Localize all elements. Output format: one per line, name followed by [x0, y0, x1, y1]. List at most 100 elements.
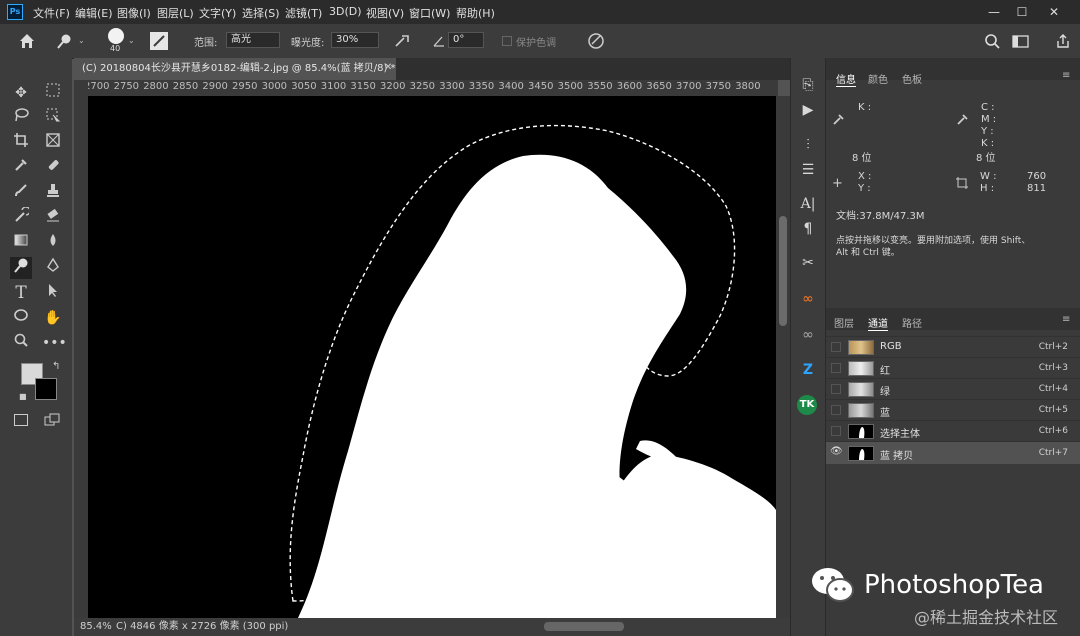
workspace-icon[interactable]	[1011, 33, 1031, 49]
dodge-tool-active-icon[interactable]	[10, 257, 32, 279]
menu-3d[interactable]: 3D(D)	[329, 5, 362, 18]
visibility-toggle[interactable]	[831, 426, 841, 436]
visibility-toggle[interactable]	[831, 384, 841, 394]
tab-channels[interactable]: 通道	[868, 315, 888, 331]
ellipse-tool-icon[interactable]	[10, 307, 32, 329]
channel-name: 蓝 拷贝	[880, 451, 914, 462]
menu-type[interactable]: 文字(Y)	[199, 5, 236, 21]
protect-tones-checkbox[interactable]	[502, 36, 512, 46]
plugin-icon-gray[interactable]: ∞	[797, 324, 819, 346]
vertical-scrollbar[interactable]	[776, 96, 790, 618]
quick-mask-icon[interactable]	[14, 414, 28, 426]
zoom-level[interactable]: 85.4%	[80, 618, 112, 636]
close-button[interactable]: ✕	[1040, 3, 1068, 21]
dodge-tool-icon[interactable]	[56, 33, 74, 49]
tab-layers[interactable]: 图层	[834, 315, 854, 330]
eraser-tool-icon[interactable]	[42, 207, 64, 229]
chevron-down-icon[interactable]: ⌄	[78, 36, 85, 45]
home-icon[interactable]	[18, 32, 38, 50]
minimize-button[interactable]: —	[980, 3, 1008, 21]
swap-colors-icon[interactable]: ↰	[52, 361, 60, 372]
eye-icon[interactable]: 👁	[830, 446, 843, 458]
menu-file[interactable]: 文件(F)	[33, 5, 70, 21]
brush-preview-icon[interactable]	[108, 28, 124, 44]
move-tool-icon[interactable]: ✥	[10, 82, 32, 104]
blur-tool-icon[interactable]	[42, 232, 64, 254]
range-select[interactable]: 高光	[226, 32, 280, 48]
hand-tool-icon[interactable]: ✋	[42, 307, 64, 329]
channel-shortcut: Ctrl+3	[1038, 363, 1068, 373]
channel-row-blue-copy[interactable]: 👁 蓝 拷贝 Ctrl+7	[826, 441, 1080, 464]
tool-presets-icon[interactable]: ✂	[797, 252, 819, 274]
maximize-button[interactable]: ☐	[1008, 3, 1036, 21]
menu-filter[interactable]: 滤镜(T)	[285, 5, 322, 21]
plugin-z-icon[interactable]: Z	[797, 359, 819, 381]
gradient-tool-icon[interactable]	[10, 232, 32, 254]
plugin-icon-orange[interactable]: ∞	[797, 288, 819, 310]
brush-settings-icon[interactable]	[150, 32, 168, 50]
tab-swatches[interactable]: 色板	[902, 71, 922, 86]
panel-menu-icon[interactable]: ≡	[1062, 70, 1070, 81]
visibility-toggle[interactable]	[831, 342, 841, 352]
close-tab-icon[interactable]: ✕	[384, 62, 392, 73]
channel-row-rgb[interactable]: RGB Ctrl+2	[826, 336, 1080, 357]
airbrush-icon[interactable]	[393, 33, 413, 49]
marquee-tool-icon[interactable]	[42, 82, 64, 104]
brush-tool-icon[interactable]	[10, 182, 32, 204]
menu-image[interactable]: 图像(I)	[117, 5, 151, 21]
history-brush-icon[interactable]	[10, 206, 32, 229]
pen-tool-icon[interactable]	[42, 257, 64, 279]
menu-layer[interactable]: 图层(L)	[157, 5, 194, 21]
healing-brush-icon[interactable]	[42, 157, 64, 179]
type-tool-icon[interactable]: T	[10, 282, 32, 304]
tab-info[interactable]: 信息	[836, 71, 856, 87]
menu-select[interactable]: 选择(S)	[242, 5, 280, 21]
angle-field[interactable]: 0°	[448, 32, 484, 48]
pressure-size-icon[interactable]	[586, 32, 606, 50]
zoom-tool-icon[interactable]	[10, 332, 32, 354]
chevron-down-icon[interactable]: ⌄	[128, 36, 135, 45]
adjustments-icon[interactable]: ☰	[797, 159, 819, 181]
visibility-toggle[interactable]	[831, 405, 841, 415]
ruler-tick: 2700	[88, 81, 110, 92]
object-selection-icon[interactable]	[42, 107, 64, 129]
default-colors-icon[interactable]: ■	[19, 392, 27, 401]
clone-stamp-icon[interactable]	[42, 182, 64, 204]
actions-play-icon[interactable]: ▶	[797, 99, 819, 121]
channel-name: 选择主体	[880, 429, 920, 440]
lasso-tool-icon[interactable]	[10, 107, 32, 129]
panel-menu-icon[interactable]: ≡	[1062, 314, 1070, 325]
background-color-swatch[interactable]	[35, 378, 57, 400]
tab-color[interactable]: 颜色	[868, 71, 888, 86]
search-icon[interactable]	[984, 33, 1002, 49]
channel-row-select-subject[interactable]: 选择主体 Ctrl+6	[826, 420, 1080, 441]
brush-settings-panel-icon[interactable]: ⫶	[797, 134, 819, 156]
screen-mode-icon[interactable]	[44, 413, 60, 427]
menu-window[interactable]: 窗口(W)	[409, 5, 450, 21]
history-icon[interactable]: ⎘	[797, 74, 819, 96]
plugin-tk-icon[interactable]: TK	[797, 395, 817, 415]
menu-help[interactable]: 帮助(H)	[456, 5, 495, 21]
paragraph-icon[interactable]: ¶	[797, 218, 819, 240]
menu-edit[interactable]: 编辑(E)	[75, 5, 113, 21]
more-tools-icon[interactable]: •••	[42, 332, 67, 354]
horizontal-scrollbar-thumb[interactable]	[544, 622, 624, 631]
crop-tool-icon[interactable]	[10, 132, 32, 154]
path-selection-icon[interactable]	[42, 282, 64, 304]
eyedropper-tool-icon[interactable]	[10, 157, 32, 179]
scrollbar-thumb[interactable]	[779, 216, 787, 326]
share-icon[interactable]	[1054, 32, 1072, 50]
document-tab[interactable]: (C) 20180804长沙县开慧乡0182-编辑-2.jpg @ 85.4%(…	[74, 58, 396, 80]
channel-row-green[interactable]: 绿 Ctrl+4	[826, 378, 1080, 399]
character-icon[interactable]: A|	[797, 193, 819, 215]
channel-row-blue[interactable]: 蓝 Ctrl+5	[826, 399, 1080, 420]
menu-view[interactable]: 视图(V)	[366, 5, 404, 21]
tab-paths[interactable]: 路径	[902, 315, 922, 330]
visibility-toggle[interactable]	[831, 363, 841, 373]
channel-thumbnail	[848, 340, 874, 355]
frame-tool-icon[interactable]	[42, 132, 64, 154]
exposure-field[interactable]: 30%	[331, 32, 379, 48]
channel-row-red[interactable]: 红 Ctrl+3	[826, 357, 1080, 378]
ruler-tick: 3100	[320, 81, 347, 92]
document-canvas[interactable]	[88, 96, 776, 618]
